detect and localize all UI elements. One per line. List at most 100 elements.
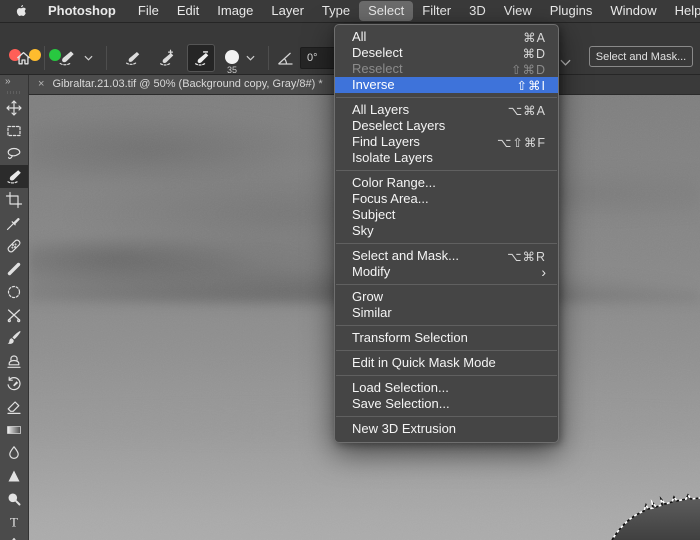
sharpen-tool[interactable]: [0, 464, 28, 487]
menubar-item-window[interactable]: Window: [601, 1, 665, 21]
home-icon: [16, 51, 30, 64]
menu-item-shortcut: ⌘D: [522, 46, 546, 61]
type-tool[interactable]: T: [0, 510, 28, 533]
menu-item-new-3d-extrusion[interactable]: New 3D Extrusion: [335, 421, 558, 437]
selection-brush-icon: [7, 169, 21, 184]
menubar-item-3d[interactable]: 3D: [460, 1, 495, 21]
menu-item-label: Sky: [352, 223, 374, 238]
menu-item-transform-selection[interactable]: Transform Selection: [335, 330, 558, 346]
healing-brush-tool[interactable]: [0, 234, 28, 257]
menu-item-color-range[interactable]: Color Range...: [335, 175, 558, 191]
move-icon: [6, 99, 22, 116]
menu-item-load-selection[interactable]: Load Selection...: [335, 380, 558, 396]
gradient-tool[interactable]: [0, 418, 28, 441]
clone-stamp-tool[interactable]: [0, 349, 28, 372]
divider: [106, 46, 107, 70]
menu-item-label: New 3D Extrusion: [352, 421, 457, 436]
eraser-tool[interactable]: [0, 395, 28, 418]
svg-text:T: T: [10, 514, 18, 529]
new-selection-mode-button[interactable]: [119, 45, 145, 71]
tool-preset-button[interactable]: [53, 45, 79, 71]
menubar-item-help[interactable]: Help: [666, 1, 700, 21]
menubar-item-file[interactable]: File: [129, 1, 168, 21]
collapse-panel-button[interactable]: »: [0, 74, 28, 87]
brush-size-chevron[interactable]: [246, 55, 255, 61]
clone-stamp-icon: [7, 354, 21, 368]
chevron-down-icon: [560, 59, 571, 66]
brush-size-picker[interactable]: 35: [223, 42, 260, 75]
menu-item-edit-in-quick-mask-mode[interactable]: Edit in Quick Mask Mode: [335, 355, 558, 371]
menubar-item-view[interactable]: View: [495, 1, 541, 21]
menu-separator: [336, 375, 557, 376]
add-selection-mode-button[interactable]: [153, 45, 179, 71]
history-brush-tool[interactable]: [0, 372, 28, 395]
blur-tool[interactable]: [0, 441, 28, 464]
eyedropper-tool[interactable]: [0, 211, 28, 234]
marquee-tool[interactable]: [0, 119, 28, 142]
chevron-down-icon: [246, 55, 255, 61]
crossed-lines-tool[interactable]: [0, 303, 28, 326]
menu-item-inverse[interactable]: Inverse ⇧⌘I: [335, 77, 558, 93]
menubar-item-image[interactable]: Image: [208, 1, 262, 21]
options-overflow-chevron[interactable]: [560, 53, 571, 71]
menu-item-find-layers[interactable]: Find Layers ⌥⇧⌘F: [335, 134, 558, 150]
menu-item-subject[interactable]: Subject: [335, 207, 558, 223]
menu-item-similar[interactable]: Similar: [335, 305, 558, 321]
menu-item-focus-area[interactable]: Focus Area...: [335, 191, 558, 207]
menubar-item-photoshop[interactable]: Photoshop: [39, 1, 125, 21]
menu-item-label: Load Selection...: [352, 380, 449, 395]
select-and-mask-button[interactable]: Select and Mask...: [589, 46, 693, 67]
menu-item-all[interactable]: All ⌘A: [335, 29, 558, 45]
dashed-circle-tool[interactable]: [0, 280, 28, 303]
panel-grip[interactable]: [7, 91, 21, 94]
menubar-item-plugins[interactable]: Plugins: [541, 1, 602, 21]
brush-stroke-tool[interactable]: [0, 257, 28, 280]
menu-item-label: Subject: [352, 207, 396, 222]
eyedropper-icon: [6, 217, 20, 230]
paintbrush-tool[interactable]: [0, 326, 28, 349]
menu-separator: [336, 350, 557, 351]
menu-item-deselect-layers[interactable]: Deselect Layers: [335, 118, 558, 134]
dodge-tool[interactable]: [0, 487, 28, 510]
crop-tool[interactable]: [0, 188, 28, 211]
pen-tool[interactable]: [0, 533, 28, 540]
marquee-icon: [7, 125, 21, 136]
menubar-item-type[interactable]: Type: [313, 1, 359, 21]
menu-item-shortcut: ⇧⌘I: [516, 78, 546, 93]
menu-item-sky[interactable]: Sky: [335, 223, 558, 239]
home-button[interactable]: [10, 45, 36, 71]
menu-item-shortcut: ⌥⇧⌘F: [496, 135, 546, 150]
menu-item-select-and-mask[interactable]: Select and Mask... ⌥⌘R: [335, 248, 558, 264]
menu-item-shortcut: ⌥⌘A: [507, 103, 546, 118]
move-tool[interactable]: [0, 96, 28, 119]
menubar-item-layer[interactable]: Layer: [262, 1, 313, 21]
tab-title: Gibraltar.21.03.tif @ 50% (Background co…: [52, 78, 323, 90]
menu-item-shortcut: ⌘A: [523, 30, 546, 45]
lasso-tool[interactable]: [0, 142, 28, 165]
document-tab[interactable]: × Gibraltar.21.03.tif @ 50% (Background …: [28, 74, 341, 94]
tools-panel: » T: [0, 74, 29, 540]
menubar-item-edit[interactable]: Edit: [168, 1, 208, 21]
menu-item-all-layers[interactable]: All Layers ⌥⌘A: [335, 102, 558, 118]
menu-item-reselect: Reselect ⇧⌘D: [335, 61, 558, 77]
tool-preset-chevron[interactable]: [84, 55, 93, 61]
menubar-item-select[interactable]: Select: [359, 1, 414, 21]
angle-icon: [278, 52, 293, 65]
menu-item-deselect[interactable]: Deselect ⌘D: [335, 45, 558, 61]
brush-size-value: 35: [226, 64, 237, 75]
menubar-item-filter[interactable]: Filter: [413, 1, 460, 21]
subtract-selection-mode-button[interactable]: [187, 44, 215, 72]
apple-menu[interactable]: [0, 4, 35, 19]
sharpen-icon: [8, 470, 20, 481]
tab-close-icon[interactable]: ×: [38, 78, 44, 90]
menu-item-modify[interactable]: Modify ›: [335, 264, 558, 280]
menu-item-label: Edit in Quick Mask Mode: [352, 355, 496, 370]
menu-item-save-selection[interactable]: Save Selection...: [335, 396, 558, 412]
menu-item-label: Reselect: [352, 61, 403, 76]
selection-brush-tool[interactable]: [0, 165, 28, 188]
menu-item-isolate-layers[interactable]: Isolate Layers: [335, 150, 558, 166]
menu-item-label: Color Range...: [352, 175, 436, 190]
menu-separator: [336, 170, 557, 171]
menu-item-grow[interactable]: Grow: [335, 289, 558, 305]
select-menu-dropdown: All ⌘A Deselect ⌘D Reselect ⇧⌘D Inverse ⇧⌘I All …: [334, 24, 559, 443]
